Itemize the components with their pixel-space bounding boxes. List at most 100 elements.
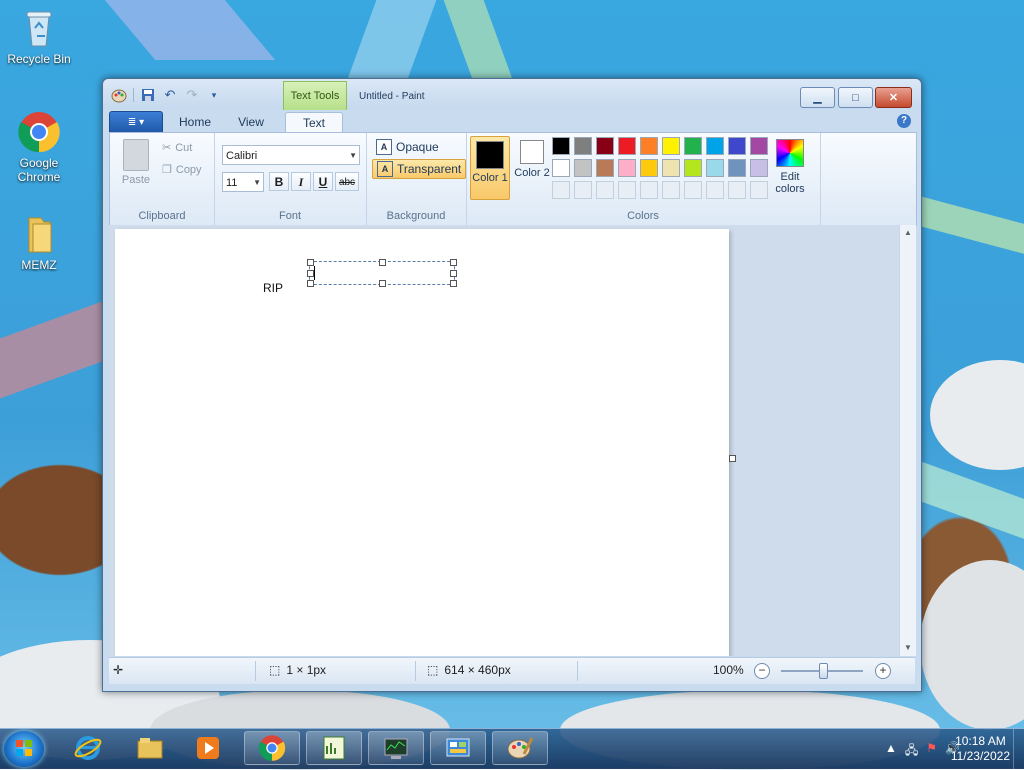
light-ray <box>920 196 1024 254</box>
tab-home[interactable]: Home <box>167 112 223 132</box>
underline-button[interactable]: U <box>313 172 333 191</box>
palette-empty-swatch[interactable] <box>552 181 570 199</box>
palette-color-swatch[interactable] <box>750 159 768 177</box>
resize-handle[interactable] <box>450 259 457 266</box>
desktop-icon-google-chrome[interactable]: Google Chrome <box>2 110 76 184</box>
paint-app-icon[interactable] <box>111 87 127 103</box>
redo-icon[interactable]: ↷ <box>184 87 200 103</box>
font-family-value: Calibri <box>226 150 258 162</box>
chrome-icon <box>17 110 61 154</box>
image-size: ⬚ 614 × 460px <box>427 663 511 677</box>
maximize-button[interactable]: □ <box>838 87 873 108</box>
ribbon-tab-row: ≣ ▾ Home View Text ? <box>109 110 915 134</box>
palette-empty-swatch[interactable] <box>574 181 592 199</box>
canvas-resize-handle[interactable] <box>729 455 736 462</box>
vertical-scrollbar[interactable]: ▲ ▼ <box>899 225 916 656</box>
resize-handle[interactable] <box>450 280 457 287</box>
font-family-select[interactable]: Calibri ▼ <box>222 145 360 165</box>
edit-colors-button[interactable]: Edit colors <box>770 139 810 195</box>
palette-color-swatch[interactable] <box>750 137 768 155</box>
taskbar-task-manager[interactable] <box>368 731 424 765</box>
taskbar-clock[interactable]: 10:18 AM 11/23/2022 <box>951 734 1010 764</box>
title-bar[interactable]: ↶ ↷ ▾ Text Tools Untitled - Paint ▁ □ ✕ <box>103 79 921 110</box>
palette-empty-swatch[interactable] <box>618 181 636 199</box>
palette-empty-swatch[interactable] <box>728 181 746 199</box>
resize-handle[interactable] <box>307 280 314 287</box>
zoom-out-button[interactable]: − <box>754 663 770 679</box>
bold-button[interactable]: B <box>269 172 289 191</box>
palette-color-swatch[interactable] <box>640 159 658 177</box>
palette-color-swatch[interactable] <box>728 137 746 155</box>
palette-color-swatch[interactable] <box>662 159 680 177</box>
palette-color-swatch[interactable] <box>706 137 724 155</box>
tab-text[interactable]: Text <box>285 112 343 133</box>
light-ray <box>0 301 102 399</box>
font-size-select[interactable]: 11 ▼ <box>222 172 264 192</box>
palette-color-swatch[interactable] <box>706 159 724 177</box>
action-center-icon[interactable]: ⚑ <box>926 741 937 762</box>
palette-empty-swatch[interactable] <box>596 181 614 199</box>
palette-color-swatch[interactable] <box>728 159 746 177</box>
taskbar-control-panel[interactable] <box>430 731 486 765</box>
taskbar-file-explorer[interactable] <box>122 731 178 765</box>
transparent-option[interactable]: A Transparent <box>372 159 467 179</box>
scroll-up-icon[interactable]: ▲ <box>900 225 916 241</box>
desktop-icon-recycle-bin[interactable]: Recycle Bin <box>2 6 76 66</box>
cut-button[interactable]: ✂ Cut <box>162 141 192 155</box>
taskbar-internet-explorer[interactable] <box>60 731 116 765</box>
color-2-button[interactable]: Color 2 <box>512 136 552 200</box>
paste-button[interactable]: Paste <box>120 139 152 186</box>
palette-empty-swatch[interactable] <box>706 181 724 199</box>
start-button[interactable] <box>4 731 44 767</box>
palette-empty-swatch[interactable] <box>750 181 768 199</box>
palette-color-swatch[interactable] <box>640 137 658 155</box>
palette-color-swatch[interactable] <box>552 137 570 155</box>
palette-color-swatch[interactable] <box>596 137 614 155</box>
taskbar-chrome[interactable] <box>244 731 300 765</box>
palette-color-swatch[interactable] <box>618 159 636 177</box>
palette-color-swatch[interactable] <box>574 137 592 155</box>
image-size-value: 614 × 460px <box>444 663 511 677</box>
help-icon[interactable]: ? <box>897 114 911 128</box>
opaque-option[interactable]: A Opaque <box>372 137 443 157</box>
save-icon[interactable] <box>140 87 156 103</box>
desktop-icon-memz[interactable]: MEMZ <box>2 212 76 272</box>
undo-icon[interactable]: ↶ <box>162 87 178 103</box>
palette-empty-swatch[interactable] <box>662 181 680 199</box>
italic-button[interactable]: I <box>291 172 311 191</box>
paint-menu-button[interactable]: ≣ ▾ <box>109 111 163 134</box>
zoom-slider-thumb[interactable] <box>819 663 828 679</box>
drawing-canvas[interactable]: RIP <box>115 229 729 656</box>
palette-empty-swatch[interactable] <box>640 181 658 199</box>
show-desktop-button[interactable] <box>1013 729 1024 769</box>
zoom-in-button[interactable]: + <box>875 663 891 679</box>
copy-button[interactable]: ❐ Copy <box>162 163 202 177</box>
palette-color-swatch[interactable] <box>618 137 636 155</box>
palette-empty-swatch[interactable] <box>684 181 702 199</box>
text-entry-box[interactable] <box>307 259 457 287</box>
minimize-button[interactable]: ▁ <box>800 87 835 108</box>
resize-handle[interactable] <box>379 259 386 266</box>
palette-color-swatch[interactable] <box>574 159 592 177</box>
resize-handle[interactable] <box>307 270 314 277</box>
palette-color-swatch[interactable] <box>684 159 702 177</box>
color-1-button[interactable]: Color 1 <box>470 136 510 200</box>
palette-color-swatch[interactable] <box>596 159 614 177</box>
palette-color-swatch[interactable] <box>684 137 702 155</box>
tab-view[interactable]: View <box>223 112 279 132</box>
resize-handle[interactable] <box>450 270 457 277</box>
scroll-down-icon[interactable]: ▼ <box>900 640 916 656</box>
paste-label: Paste <box>121 174 151 186</box>
customize-toolbar-icon[interactable]: ▾ <box>206 87 222 103</box>
taskbar-paint[interactable] <box>492 731 548 765</box>
taskbar-media-player[interactable] <box>180 731 236 765</box>
network-icon[interactable]: 🖧 <box>905 741 918 762</box>
resize-handle[interactable] <box>307 259 314 266</box>
resize-handle[interactable] <box>379 280 386 287</box>
close-button[interactable]: ✕ <box>875 87 912 108</box>
strikethrough-button[interactable]: abc <box>335 172 359 191</box>
palette-color-swatch[interactable] <box>552 159 570 177</box>
show-hidden-icons-icon[interactable]: ▲ <box>885 741 897 762</box>
taskbar-notepad[interactable] <box>306 731 362 765</box>
palette-color-swatch[interactable] <box>662 137 680 155</box>
